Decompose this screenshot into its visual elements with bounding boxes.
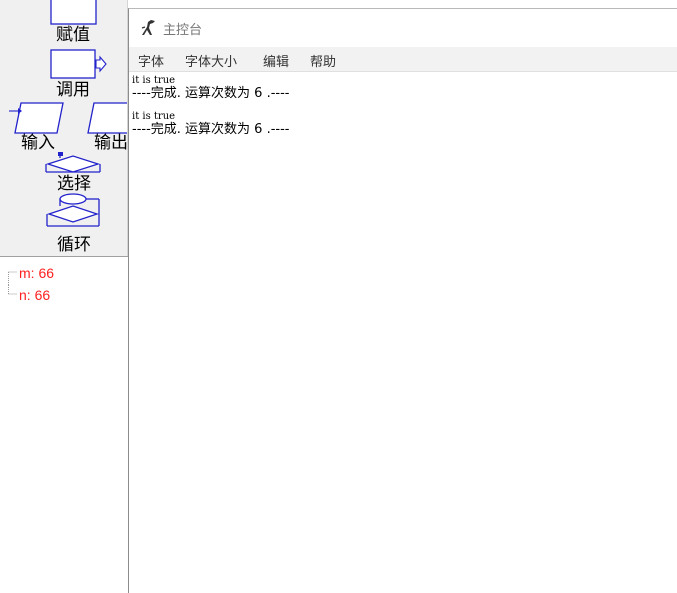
palette-label-input[interactable]: 输入 <box>21 134 55 152</box>
menu-edit[interactable]: 编辑 <box>263 51 289 70</box>
palette-label-selection[interactable]: 选择 <box>57 175 91 193</box>
menu-font-size[interactable]: 字体大小 <box>185 51 237 70</box>
menu-font[interactable]: 字体 <box>138 51 164 70</box>
console-titlebar[interactable]: 主控台 <box>129 9 677 47</box>
palette-label-output[interactable]: 输出 <box>94 134 128 152</box>
console-title: 主控台 <box>163 23 203 38</box>
palette-label-call[interactable]: 调用 <box>56 81 90 99</box>
variable-tree: m: 66 n: 66 <box>0 258 128 593</box>
output-line: it is true <box>132 111 176 122</box>
output-line: ----完成. 运算次数为 6 .---- <box>132 86 290 101</box>
palette-label-loop[interactable]: 循环 <box>57 236 91 254</box>
loop-block-icon[interactable] <box>45 193 103 231</box>
console-menubar: 字体 字体大小 编辑 帮助 <box>129 47 677 72</box>
output-block-icon[interactable] <box>86 101 128 135</box>
selection-block-icon[interactable] <box>45 152 103 174</box>
input-block-icon[interactable] <box>8 101 64 135</box>
variable-m: m: 66 <box>19 265 55 281</box>
palette-divider[interactable] <box>0 256 128 257</box>
call-block-icon[interactable] <box>50 49 108 81</box>
output-line: ----完成. 运算次数为 6 .---- <box>132 122 290 137</box>
tree-connector-icon <box>8 271 17 285</box>
tree-connector-icon <box>8 285 17 295</box>
dinosaur-icon <box>141 20 155 35</box>
palette-label-assign[interactable]: 赋值 <box>56 26 90 44</box>
menu-help[interactable]: 帮助 <box>310 51 336 70</box>
console-window: 主控台 字体 字体大小 编辑 帮助 it is true ----完成. 运算次… <box>128 8 677 593</box>
variable-n: n: 66 <box>19 287 51 303</box>
assign-block-icon[interactable] <box>50 0 98 26</box>
output-line: it is true <box>132 75 176 86</box>
flowchart-palette: 赋值 调用 输入 输出 选择 循环 <box>0 0 128 257</box>
